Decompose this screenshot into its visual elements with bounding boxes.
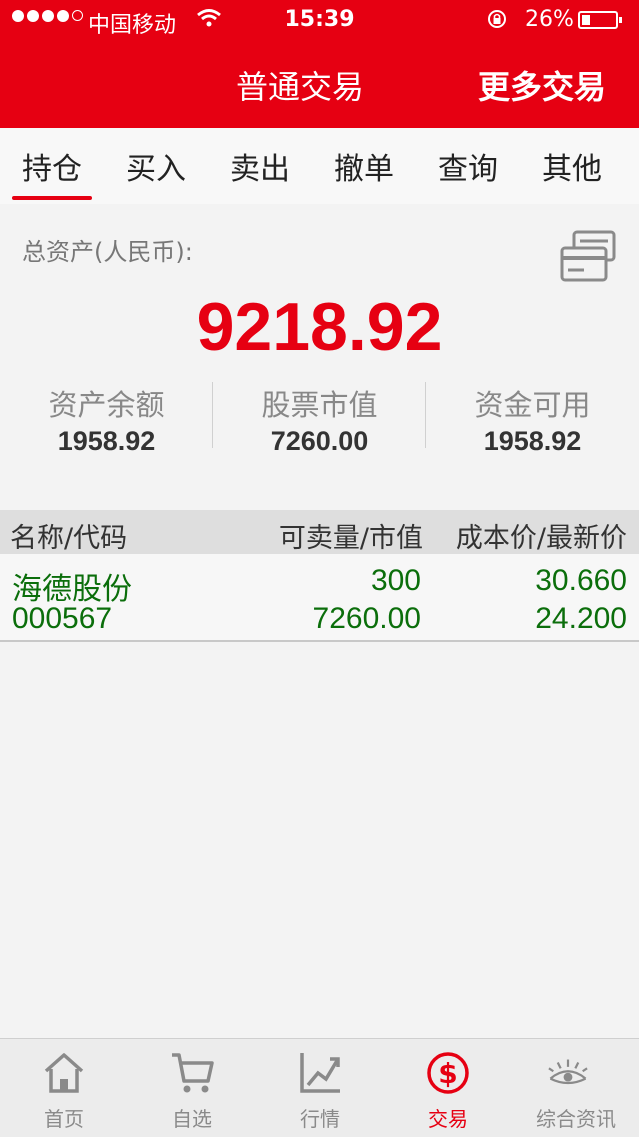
tabbar-home[interactable]: 首页 [0,1039,128,1137]
chart-icon [300,1053,340,1093]
eye-icon [548,1059,588,1085]
rotation-lock-icon [486,8,508,36]
tab-query[interactable]: 查询 [426,144,510,202]
tab-other[interactable]: 其他 [530,144,614,202]
stock-market-value-value: 7260.00 [270,426,369,456]
tab-buy[interactable]: 买入 [114,144,198,202]
sellable-quantity: 300 [370,564,421,597]
tabbar-label: 交易 [428,1107,468,1131]
tabbar-label: 综合资讯 [536,1107,616,1131]
cart-icon [172,1053,214,1093]
tabbar-label: 自选 [172,1107,212,1131]
dollar-icon: $ [427,1052,469,1094]
tabbar-watchlist[interactable]: 自选 [128,1039,256,1137]
tab-sell[interactable]: 卖出 [218,144,302,202]
active-tab-indicator [12,196,92,200]
svg-text:$: $ [438,1057,457,1090]
column-header-name: 名称/代码 [10,523,128,554]
tab-cancel-order[interactable]: 撤单 [322,144,406,202]
available-funds: 资金可用 1958.92 [426,382,639,457]
available-funds-label: 资金可用 [474,388,591,422]
tabbar-market[interactable]: 行情 [256,1039,384,1137]
market-value: 7260.00 [312,602,421,635]
total-assets-value: 9218.92 [196,289,443,365]
app-header: 中国移动 15:39 26% 普通交易 更多交易 [0,0,639,128]
tab-label: 撤单 [334,152,394,187]
tab-label: 查询 [438,152,498,187]
cost-price: 30.660 [535,564,627,597]
more-trading-button[interactable]: 更多交易 [478,62,606,108]
battery-icon [578,11,622,29]
status-bar: 中国移动 15:39 26% [0,0,639,40]
tab-label: 持仓 [22,152,82,187]
home-icon [44,1053,84,1093]
latest-price: 24.200 [535,602,627,635]
stock-market-value: 股票市值 7260.00 [213,382,426,457]
trade-tabs: 持仓 买入 卖出 撤单 查询 其他 [0,128,639,204]
battery-percent: 26% [525,7,574,32]
tab-label: 其他 [542,152,602,187]
bottom-tab-bar: 首页 自选 行情 $ 交易 综合资讯 [0,1038,639,1137]
column-header-quantity: 可卖量/市值 [278,523,423,554]
asset-balance-label: 资产余额 [48,388,165,422]
column-header-price: 成本价/最新价 [455,523,627,554]
asset-balance: 资产余额 1958.92 [0,382,213,457]
stock-market-value-label: 股票市值 [261,388,378,422]
tab-label: 卖出 [230,152,290,187]
tabbar-label: 首页 [44,1107,84,1131]
bank-card-icon[interactable] [558,226,620,288]
asset-balance-value: 1958.92 [57,426,156,456]
tabbar-label: 行情 [300,1107,340,1131]
tab-label: 买入 [126,152,186,187]
tabbar-news[interactable]: 综合资讯 [512,1039,639,1137]
available-funds-value: 1958.92 [483,426,582,456]
tabbar-trade[interactable]: $ 交易 [384,1039,512,1137]
asset-summary: 总资产(人民币): 9218.92 资产余额 1958.92 股票市值 7260… [0,204,639,504]
total-assets-label: 总资产(人民币): [22,238,193,266]
stock-code: 000567 [12,602,113,635]
holdings-table-header: 名称/代码 可卖量/市值 成本价/最新价 [0,510,639,554]
page-title: 普通交易 [236,68,365,106]
table-row[interactable]: 海德股份 000567 300 7260.00 30.660 24.200 [0,554,639,642]
tab-holdings[interactable]: 持仓 [10,144,94,202]
